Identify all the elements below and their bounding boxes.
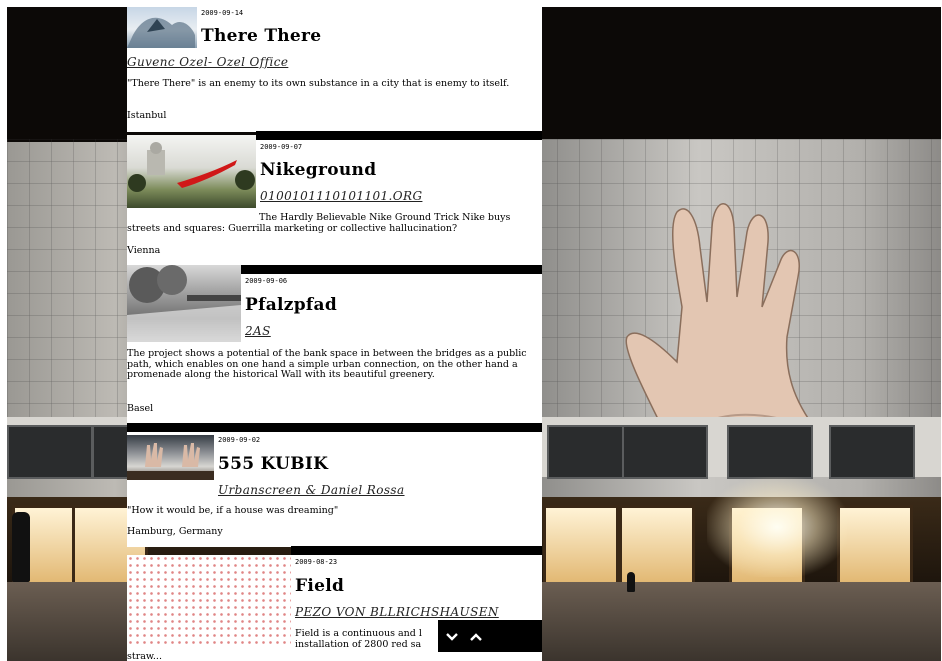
entry-title[interactable]: There There [201, 26, 321, 46]
window [7, 425, 93, 479]
entry-item: 2009-09-14 There There Guvenc Ozel- Ozel… [127, 7, 542, 132]
entry-title[interactable]: Pfalzpfad [245, 295, 337, 315]
entry-title[interactable]: 555 KUBIK [218, 454, 328, 474]
entry-description: The Hardly Believable Nike Ground Trick … [127, 212, 511, 234]
entry-thumbnail[interactable] [127, 7, 197, 48]
person-silhouette [627, 572, 635, 592]
window [547, 425, 633, 479]
entry-thumbnail[interactable] [127, 555, 291, 645]
window [622, 425, 708, 479]
entry-date: 2009-09-14 [201, 9, 244, 17]
entry-thumbnail[interactable] [127, 265, 241, 342]
entry-description: "How it would be, if a house was dreamin… [127, 505, 339, 516]
lit-doorway [837, 505, 913, 591]
entry-title[interactable]: Field [295, 576, 344, 596]
window [829, 425, 915, 479]
entry-author-link[interactable]: PEZO VON BLLRICHSHAUSEN [295, 605, 499, 619]
entry-title[interactable]: Nikeground [260, 160, 376, 180]
chevron-down-icon[interactable] [444, 629, 460, 643]
entry-item: 2009-09-06 Pfalzpfad 2AS The project sho… [127, 265, 542, 424]
entry-author-link[interactable]: 0100101110101101.ORG [260, 189, 422, 203]
entry-date: 2009-08-23 [295, 558, 338, 566]
entry-author-link[interactable]: Urbanscreen & Daniel Rossa [218, 483, 405, 497]
entry-author-link[interactable]: 2AS [245, 324, 271, 338]
chevron-up-icon[interactable] [468, 629, 484, 643]
entry-date: 2009-09-06 [245, 277, 288, 285]
entry-location: Hamburg, Germany [127, 526, 223, 537]
entry-location: Vienna [127, 245, 161, 256]
entry-date: 2009-09-02 [218, 436, 261, 444]
scroll-nav-bar [438, 620, 542, 652]
entries-column: 2009-09-14 There There Guvenc Ozel- Ozel… [127, 7, 542, 661]
entry-thumbnail[interactable] [127, 135, 256, 208]
person-silhouette [12, 512, 30, 582]
entry-date: 2009-09-07 [260, 143, 303, 151]
entry-description-continued: straw... [127, 651, 162, 661]
entry-location: Basel [127, 403, 154, 414]
entry-item: 2009-09-07 Nikeground 0100101110101101.O… [127, 135, 542, 265]
entry-description: The project shows a potential of the ban… [127, 348, 527, 380]
entry-description: Field is a continuous and l installation… [295, 628, 422, 650]
entry-location: Istanbul [127, 110, 167, 121]
entry-author-link[interactable]: Guvenc Ozel- Ozel Office [127, 55, 288, 69]
lit-doorway [543, 505, 619, 591]
entry-description: "There There" is an enemy to its own sub… [127, 78, 510, 89]
window [727, 425, 813, 479]
light-glare [707, 477, 847, 577]
projected-hand-image [625, 203, 823, 437]
entry-item: 2009-09-02 555 KUBIK Urbanscreen & Danie… [127, 432, 542, 547]
entry-thumbnail[interactable] [127, 435, 214, 480]
